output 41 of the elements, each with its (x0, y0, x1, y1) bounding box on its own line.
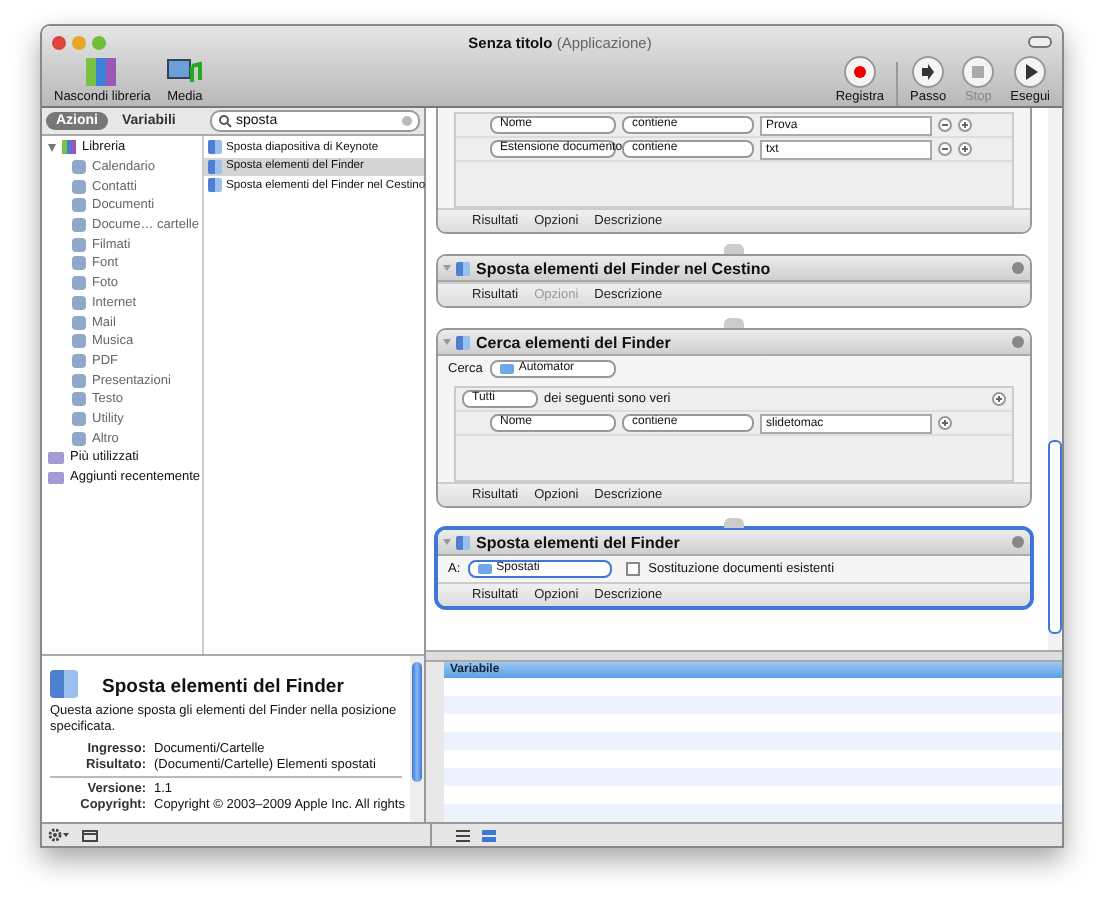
checkbox[interactable] (626, 562, 641, 576)
description-title: Sposta elementi del Finder (102, 676, 344, 698)
finder-icon (456, 261, 470, 275)
step-icon (912, 56, 945, 88)
add-icon[interactable] (958, 118, 972, 132)
finder-icon (456, 335, 470, 349)
folder-icon (478, 564, 493, 574)
media-icon (166, 56, 203, 88)
close-icon[interactable] (1012, 262, 1024, 274)
remove-icon[interactable] (938, 118, 952, 132)
add-icon[interactable] (958, 142, 972, 156)
action-title: Sposta elementi del Finder (476, 533, 682, 551)
scrollbar[interactable] (1048, 108, 1062, 650)
stop-icon (962, 56, 995, 88)
scrollbar[interactable] (410, 656, 424, 822)
close-icon[interactable] (1012, 336, 1024, 348)
panel-icon[interactable] (82, 829, 98, 841)
finder-icon (50, 669, 78, 697)
connector-icon (724, 244, 744, 254)
record-icon (843, 56, 876, 88)
play-icon (1014, 56, 1047, 88)
zoom-icon[interactable] (92, 35, 106, 49)
action-title: Sposta elementi del Finder nel Cestino (476, 259, 773, 277)
folder-icon (500, 364, 515, 374)
search-icon (218, 114, 232, 128)
remove-icon[interactable] (938, 142, 952, 156)
gear-icon[interactable] (48, 828, 70, 842)
close-icon[interactable] (52, 35, 66, 49)
column-view-icon[interactable] (482, 829, 496, 841)
add-icon[interactable] (992, 392, 1006, 406)
finder-icon (456, 535, 470, 549)
books-icon (84, 56, 121, 88)
add-icon[interactable] (938, 416, 952, 430)
toolbar-toggle-icon[interactable] (1028, 36, 1052, 48)
clear-icon[interactable] (402, 116, 412, 126)
connector-icon (724, 518, 744, 528)
connector-icon (724, 318, 744, 328)
action-title: Cerca elementi del Finder (476, 333, 673, 351)
close-icon[interactable] (1012, 536, 1024, 548)
books-icon (62, 140, 76, 155)
list-view-icon[interactable] (456, 829, 470, 841)
